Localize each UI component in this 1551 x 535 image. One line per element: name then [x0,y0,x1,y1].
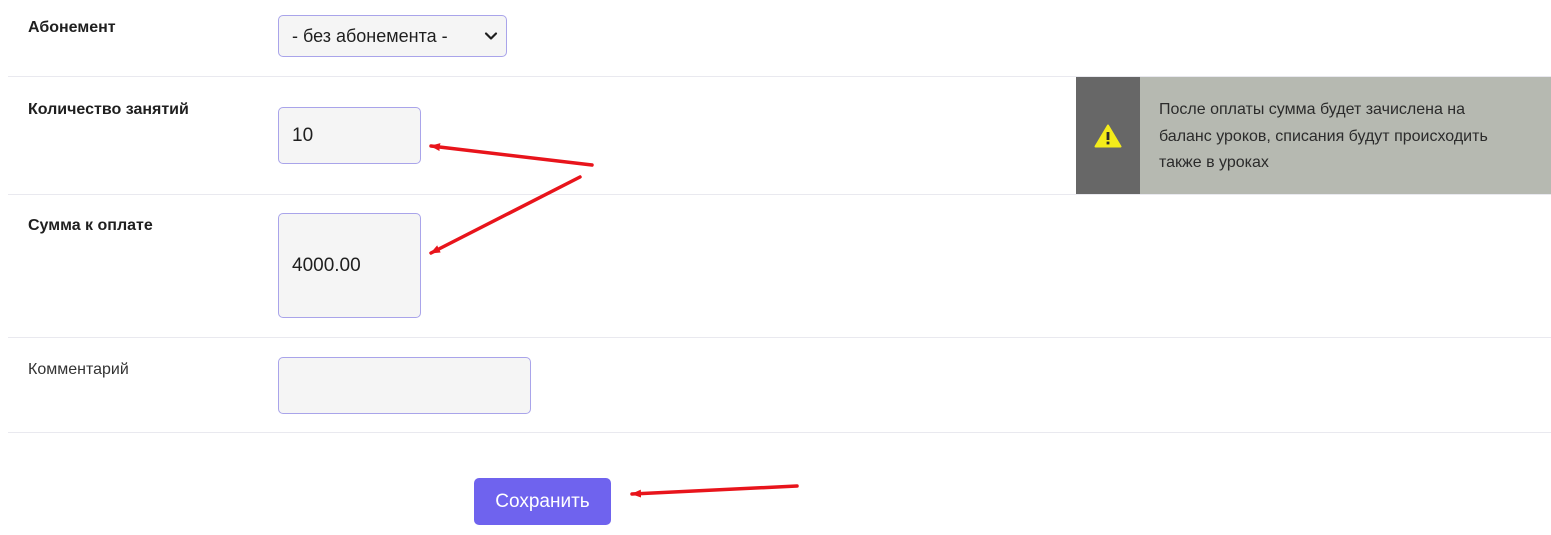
annotation-arrow [429,143,594,167]
row-divider [8,337,1551,338]
payment-form: Абонемент - без абонемента - Количество … [0,0,1551,535]
notice-line: баланс уроков, списания будут происходит… [1159,127,1488,145]
comment-label: Комментарий [28,361,129,378]
notice-text: После оплаты сумма будет зачислена на ба… [1140,77,1551,194]
lessons-count-input[interactable]: 10 [278,107,421,164]
subscription-select[interactable]: - без абонемента - [278,15,507,57]
row-divider [8,194,1551,195]
notice-line: также в уроках [1159,154,1269,171]
notice-box: После оплаты сумма будет зачислена на ба… [1076,77,1551,194]
subscription-label: Абонемент [28,19,116,36]
comment-input[interactable] [278,357,531,414]
notice-icon-box [1076,77,1140,194]
amount-input[interactable]: 4000.00 [278,213,421,318]
annotation-arrow [429,175,582,255]
row-divider [8,432,1551,433]
save-button[interactable]: Сохранить [474,478,611,525]
amount-value: 4000.00 [292,254,361,276]
amount-label: Сумма к оплате [28,217,153,234]
annotation-arrow [630,484,799,498]
subscription-select-value: - без абонемента - [292,25,448,46]
lessons-count-label: Количество занятий [28,101,189,118]
warning-icon [1094,124,1122,147]
notice-line: После оплаты сумма будет зачислена на [1159,101,1466,118]
lessons-count-value: 10 [292,124,314,146]
chevron-down-icon [484,32,498,40]
